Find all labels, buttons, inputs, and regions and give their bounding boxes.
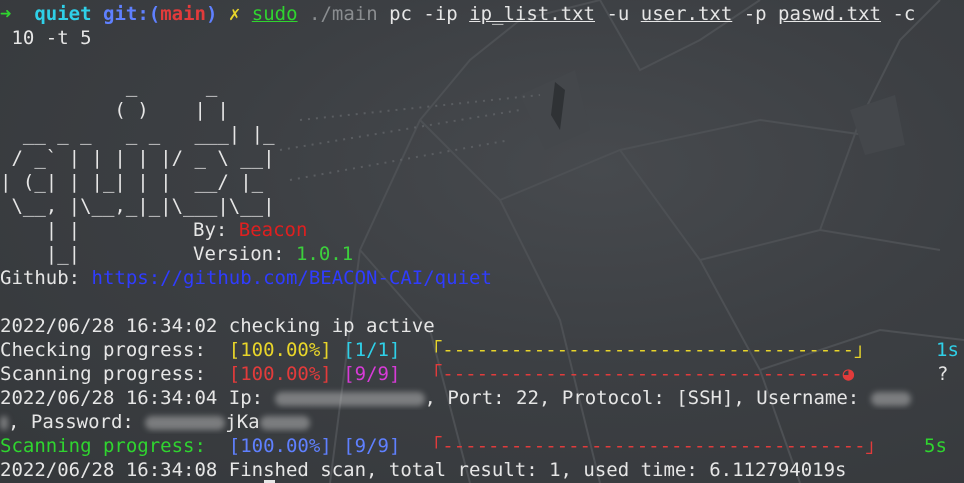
prompt-dirty-icon: ✗ bbox=[228, 3, 241, 25]
command-executable: ./main bbox=[309, 3, 378, 25]
scanning-final-count: [9/9] bbox=[343, 435, 401, 457]
scanning-final-label: Scanning progress: bbox=[0, 435, 229, 457]
prompt-directory: quiet bbox=[34, 3, 92, 25]
checking-progress-time: 1s bbox=[936, 339, 959, 361]
redacted-password-tail bbox=[259, 415, 310, 430]
banner-art-line: | | bbox=[0, 219, 81, 241]
result-password-label: , Password: bbox=[8, 411, 146, 433]
author-label: By: bbox=[193, 219, 239, 241]
redacted-username-wrap bbox=[0, 415, 8, 430]
version-label: Version: bbox=[193, 243, 296, 265]
prompt-git-suffix: ) bbox=[205, 3, 218, 25]
scanning-final-time: 5s bbox=[924, 435, 947, 457]
command-arg-c: -c bbox=[881, 3, 916, 25]
banner-github-line: Github: https://github.com/BEACON-CAI/qu… bbox=[0, 266, 964, 290]
result-password-line: , Password: jKa bbox=[0, 410, 964, 434]
command-arg-pc-ip: pc -ip bbox=[377, 3, 470, 25]
command-arg-p: -p bbox=[732, 3, 779, 25]
result-line: 2022/06/28 16:34:04 Ip: , Port: 22, Prot… bbox=[0, 386, 964, 410]
banner-art-line: |_| bbox=[0, 243, 81, 265]
prompt-arrow-icon: ➜ bbox=[0, 3, 12, 25]
github-link[interactable]: https://github.com/BEACON-CAI/quiet bbox=[92, 267, 492, 289]
banner-art-line: _ _ bbox=[0, 75, 218, 97]
banner-art-line: __ _ _ _ _ ___| |_ bbox=[0, 123, 275, 145]
banner-author-line: | | By: Beacon bbox=[0, 218, 964, 242]
scanning-progress-count: [9/9] bbox=[343, 363, 401, 385]
redacted-password bbox=[145, 415, 226, 430]
result-timestamp: 2022/06/28 16:34:04 Ip: bbox=[0, 387, 275, 409]
banner-art-line: / _` | | | | |/ _ \ __| bbox=[0, 147, 275, 169]
banner-version: Version: 1.0.1 bbox=[193, 242, 353, 266]
command-arg-u: -u bbox=[595, 3, 641, 25]
checking-progress-label: Checking progress: bbox=[0, 339, 229, 361]
result-password-visible: jKa bbox=[225, 411, 260, 433]
banner-version-line: |_| Version: 1.0.1 bbox=[0, 242, 964, 266]
log-check-line: 2022/06/28 16:34:02 checking ip active bbox=[0, 315, 435, 337]
scanning-final-percent: [100.00%] bbox=[228, 435, 332, 457]
banner-art-line: ( ) | | bbox=[0, 99, 229, 121]
scanning-progress-time: ? bbox=[937, 363, 949, 385]
banner-art-line: \__, |\__,_|_|\___|\__| bbox=[0, 195, 275, 217]
prompt-git-branch: main bbox=[160, 3, 206, 25]
checking-progress-bar: 「------------------------------------」 bbox=[423, 339, 874, 361]
version-value: 1.0.1 bbox=[295, 243, 354, 265]
scanning-progress-final-line: Scanning progress: [100.00%] [9/9] 「----… bbox=[0, 434, 964, 458]
checking-progress-count: [1/1] bbox=[343, 339, 401, 361]
scanning-progress-percent: [100.00%] bbox=[228, 363, 332, 385]
banner-author: By: Beacon bbox=[193, 218, 307, 242]
checking-progress-percent: [100.00%] bbox=[228, 339, 332, 361]
command-user-file: user.txt bbox=[640, 3, 733, 25]
prompt-git-prefix: git:( bbox=[103, 3, 161, 25]
finish-line: 2022/06/28 16:34:08 Finshed scan, total … bbox=[0, 459, 847, 481]
command-pass-file: paswd.txt bbox=[778, 3, 881, 25]
scanning-final-bar: 「-------------------------------------」 bbox=[423, 435, 885, 457]
prompt-wrap-line: 10 -t 5 bbox=[0, 27, 92, 49]
redacted-ip bbox=[274, 391, 425, 406]
github-label: Github: bbox=[0, 267, 92, 289]
spinner-icon: ◕ bbox=[842, 363, 855, 385]
banner-art-line: | (_| | |_| | | __/ |_ bbox=[0, 171, 264, 193]
command-ip-file: ip_list.txt bbox=[469, 3, 595, 25]
prompt-line: ➜ quiet git:(main) ✗ sudo ./main pc -ip … bbox=[0, 2, 964, 26]
author-name: Beacon bbox=[238, 219, 308, 241]
scanning-progress-line: Scanning progress: [100.00%] [9/9] 「----… bbox=[0, 362, 964, 386]
scanning-progress-label: Scanning progress: bbox=[0, 363, 229, 385]
scanning-progress-bar: 「----------------------------------- bbox=[423, 363, 843, 385]
checking-progress-line: Checking progress: [100.00%] [1/1] 「----… bbox=[0, 338, 964, 362]
redacted-username bbox=[870, 391, 911, 406]
terminal-window[interactable]: ➜ quiet git:(main) ✗ sudo ./main pc -ip … bbox=[0, 0, 964, 483]
result-details: , Port: 22, Protocol: [SSH], Username: bbox=[424, 387, 871, 409]
command-sudo: sudo bbox=[251, 3, 298, 25]
